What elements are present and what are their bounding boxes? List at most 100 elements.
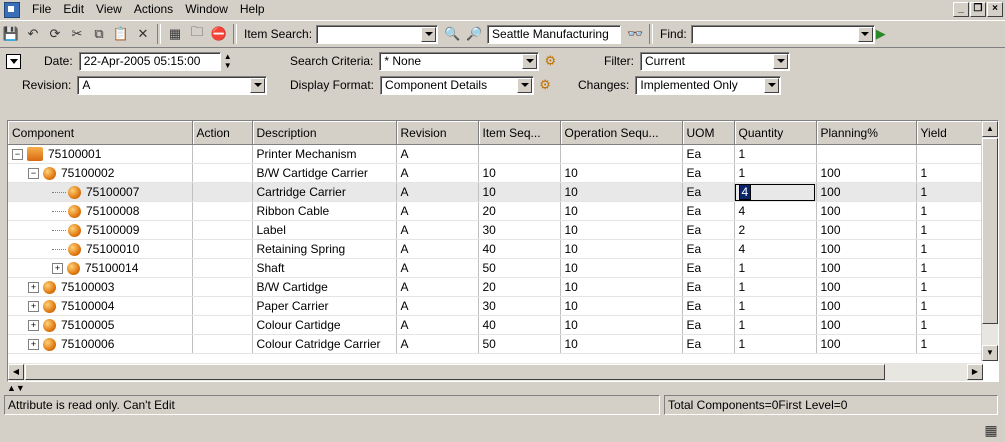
cell-action[interactable] <box>192 334 253 354</box>
cell-action[interactable] <box>192 239 253 259</box>
cell-item-sequence[interactable]: 30 <box>478 220 561 240</box>
expand-icon[interactable]: + <box>52 262 63 274</box>
cell-yield[interactable] <box>916 144 982 164</box>
scroll-down-icon[interactable]: ▼ <box>982 345 998 361</box>
pane-splitter-icon[interactable]: ▲▼ <box>7 383 47 393</box>
copy-icon[interactable]: ⧉ <box>89 24 109 44</box>
cell-operation-sequence[interactable]: 10 <box>560 334 683 354</box>
changes-select[interactable]: Implemented Only <box>635 75 782 95</box>
cell-revision[interactable]: A <box>396 201 479 221</box>
cell-quantity[interactable]: 4 <box>734 201 817 221</box>
cell-operation-sequence[interactable]: 10 <box>560 258 683 278</box>
table-row[interactable]: +75100004 Paper Carrier A 30 10 Ea 1 100… <box>8 296 982 316</box>
cell-yield[interactable]: 1 <box>916 239 982 259</box>
cell-quantity[interactable]: 1 <box>734 258 817 278</box>
cell-item-sequence[interactable]: 10 <box>478 163 561 183</box>
col-yield[interactable]: Yield <box>916 121 982 145</box>
cell-yield[interactable]: 1 <box>916 182 982 202</box>
save-icon[interactable]: 💾 <box>1 24 21 44</box>
col-description[interactable]: Description <box>252 121 397 145</box>
cell-quantity[interactable]: 1 <box>734 277 817 297</box>
date-input[interactable]: 22-Apr-2005 05:15:00 <box>78 51 221 71</box>
collapse-toggle-icon[interactable] <box>6 53 21 69</box>
table-row[interactable]: +75100014 Shaft A 50 10 Ea 1 100 1 <box>8 258 982 278</box>
table-row[interactable]: − 75100002 B/W Cartidge Carrier A 10 10 E… <box>8 163 982 183</box>
menu-edit[interactable]: Edit <box>57 1 90 18</box>
cell-description[interactable]: Printer Mechanism <box>252 144 397 164</box>
cell-operation-sequence[interactable]: 10 <box>560 277 683 297</box>
col-component[interactable]: Component <box>8 121 193 145</box>
cell-revision[interactable]: A <box>396 258 479 278</box>
cell-action[interactable] <box>192 258 253 278</box>
refresh-icon[interactable]: ⟳ <box>45 24 65 44</box>
binoculars-icon[interactable]: 👓 <box>625 24 645 44</box>
scroll-right-icon[interactable]: ▶ <box>967 364 983 380</box>
cell-yield[interactable]: 1 <box>916 258 982 278</box>
table-row[interactable]: − 75100001 Printer Mechanism A Ea 1 <box>8 144 982 164</box>
cell-quantity[interactable]: 1 <box>734 334 817 354</box>
cell-yield[interactable]: 1 <box>916 201 982 221</box>
cell-yield[interactable]: 1 <box>916 296 982 316</box>
display-format-select[interactable]: Component Details <box>380 75 535 95</box>
cell-action[interactable] <box>192 277 253 297</box>
cell-operation-sequence[interactable] <box>560 144 683 164</box>
cell-uom[interactable]: Ea <box>682 163 735 183</box>
horizontal-scrollbar[interactable]: ◀ ▶ <box>8 363 983 381</box>
menu-help[interactable]: Help <box>234 1 271 18</box>
expand-icon[interactable]: + <box>28 300 39 312</box>
vertical-scrollbar[interactable]: ▲ ▼ <box>981 121 998 361</box>
vertical-scroll-thumb[interactable] <box>982 138 998 324</box>
col-quantity[interactable]: Quantity <box>734 121 817 145</box>
cell-revision[interactable]: A <box>396 163 479 183</box>
collapse-icon[interactable]: − <box>28 167 39 179</box>
cell-planning[interactable]: 100 <box>816 258 917 278</box>
chevron-down-icon[interactable] <box>250 77 266 93</box>
cell-description[interactable]: Retaining Spring <box>252 239 397 259</box>
cell-revision[interactable]: A <box>396 182 479 202</box>
chevron-down-icon[interactable] <box>857 26 873 42</box>
cell-action[interactable] <box>192 163 253 183</box>
cell-quantity[interactable]: 4 <box>734 239 817 259</box>
cell-yield[interactable]: 1 <box>916 163 982 183</box>
cell-action[interactable] <box>192 296 253 316</box>
cell-operation-sequence[interactable]: 10 <box>560 239 683 259</box>
cell-operation-sequence[interactable]: 10 <box>560 163 683 183</box>
cell-planning[interactable]: 100 <box>816 182 917 202</box>
table-row[interactable]: +75100005 Colour Cartidge A 40 10 Ea 1 1… <box>8 315 982 335</box>
cell-uom[interactable]: Ea <box>682 220 735 240</box>
table-row[interactable]: 75100008 Ribbon Cable A 20 10 Ea 4 100 1 <box>8 201 982 221</box>
cell-uom[interactable]: Ea <box>682 315 735 335</box>
go-icon[interactable]: ▶ <box>876 24 886 44</box>
cell-planning[interactable]: 100 <box>816 239 917 259</box>
collapse-icon[interactable]: − <box>12 148 23 160</box>
search-criteria-icon[interactable]: ⚙ <box>540 51 560 71</box>
cell-item-sequence[interactable] <box>478 144 561 164</box>
cell-planning[interactable]: 100 <box>816 334 917 354</box>
cell-planning[interactable]: 100 <box>816 220 917 240</box>
cell-item-sequence[interactable]: 20 <box>478 201 561 221</box>
advanced-search-icon[interactable]: 🔎 <box>464 24 484 44</box>
cell-action[interactable] <box>192 201 253 221</box>
cell-uom[interactable]: Ea <box>682 296 735 316</box>
cell-description[interactable]: Label <box>252 220 397 240</box>
cell-operation-sequence[interactable]: 10 <box>560 201 683 221</box>
cell-description[interactable]: Paper Carrier <box>252 296 397 316</box>
stop-icon[interactable]: ⛔ <box>209 24 229 44</box>
cell-item-sequence[interactable]: 40 <box>478 315 561 335</box>
cell-operation-sequence[interactable]: 10 <box>560 315 683 335</box>
chevron-down-icon[interactable] <box>421 26 437 42</box>
cell-planning[interactable]: 100 <box>816 296 917 316</box>
scroll-left-icon[interactable]: ◀ <box>8 364 24 380</box>
display-format-icon[interactable]: ⚙ <box>535 75 555 95</box>
spin-up-icon[interactable]: ▲ <box>221 52 235 62</box>
cell-planning[interactable]: 100 <box>816 315 917 335</box>
window-resize-icon[interactable]: ▦ <box>983 422 999 438</box>
cell-description[interactable]: Colour Cartidge <box>252 315 397 335</box>
minimize-icon[interactable]: _ <box>953 2 969 17</box>
delete-icon[interactable]: ✕ <box>133 24 153 44</box>
cell-operation-sequence[interactable]: 10 <box>560 296 683 316</box>
app-icon[interactable] <box>4 1 20 18</box>
cell-operation-sequence[interactable]: 10 <box>560 182 683 202</box>
cell-action[interactable] <box>192 182 253 202</box>
cell-revision[interactable]: A <box>396 277 479 297</box>
